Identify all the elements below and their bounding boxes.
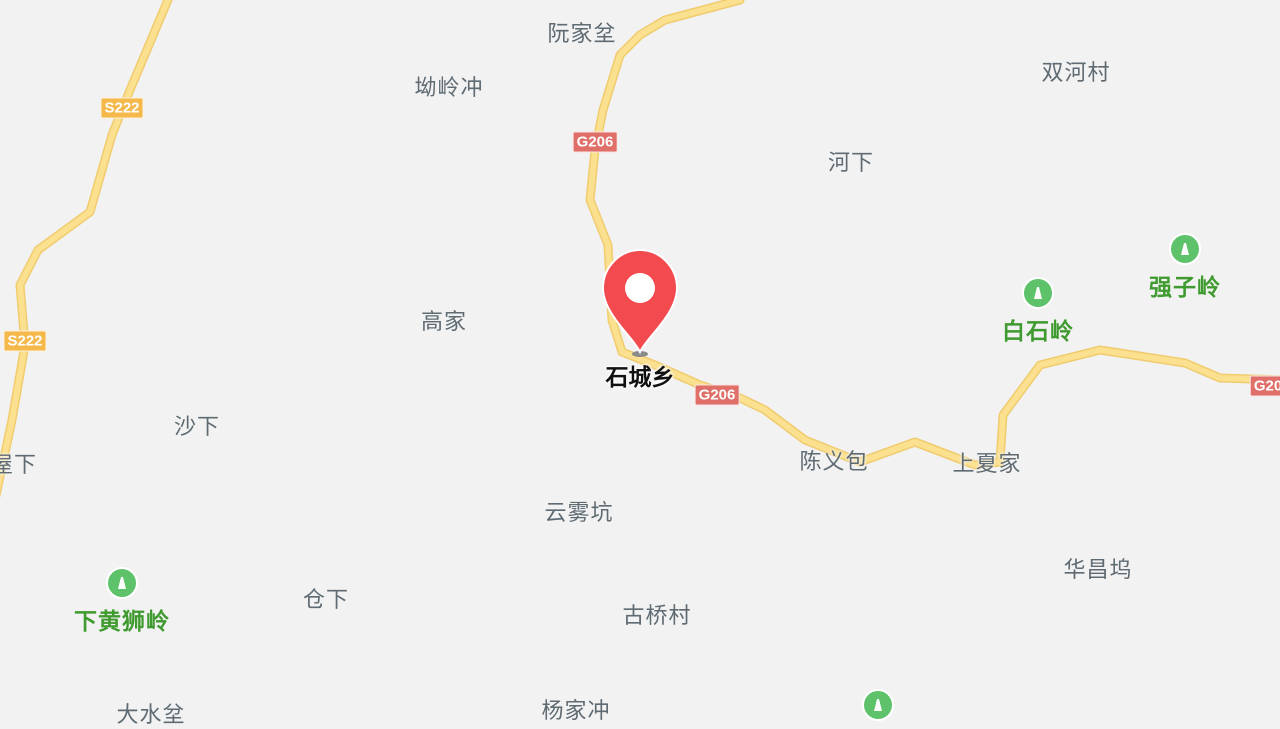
- place-label-gaojia[interactable]: 高家: [421, 304, 467, 336]
- mountain-icon: [106, 567, 138, 599]
- peak-qiangziling[interactable]: 强子岭: [1149, 233, 1221, 302]
- place-label-hexia[interactable]: 河下: [828, 145, 874, 177]
- mountain-icon: [1022, 277, 1054, 309]
- road-shield-g206: G20: [1249, 375, 1280, 397]
- peak-label: 强子岭: [1149, 275, 1221, 301]
- place-label-huachangwu[interactable]: 华昌坞: [1063, 552, 1132, 584]
- place-label-guqiaocun[interactable]: 古桥村: [622, 598, 691, 630]
- road-shield-g206: G206: [694, 384, 740, 406]
- selected-place-label[interactable]: 石城乡: [606, 358, 675, 392]
- mountain-icon: [1169, 233, 1201, 265]
- place-label-dashuiben[interactable]: 大水坌: [116, 697, 185, 729]
- peak-label: 下黄狮岭: [74, 609, 170, 635]
- place-label-shangxiajia[interactable]: 上夏家: [952, 446, 1021, 478]
- peak-label: 白石岭: [1002, 319, 1074, 345]
- location-pin-icon[interactable]: [601, 248, 679, 358]
- place-label-ruanjiaben[interactable]: 阮家坌: [547, 16, 616, 48]
- road-s222: [0, 0, 173, 499]
- road-shield-s222: S222: [100, 97, 144, 119]
- peak-bottom[interactable]: [862, 689, 894, 721]
- peak-baishiling[interactable]: 白石岭: [1002, 277, 1074, 346]
- mountain-icon: [862, 689, 894, 721]
- road-shield-g206: G206: [572, 131, 618, 153]
- map-canvas[interactable]: S222 S222 G206 G206 G20 阮家坌 坳岭冲 双河村 河下 高…: [0, 0, 1280, 728]
- place-label-shuanghecun[interactable]: 双河村: [1041, 55, 1110, 87]
- road-shield-s222: S222: [3, 330, 47, 352]
- place-label-yunwukeng[interactable]: 云雾坑: [544, 495, 613, 527]
- place-label-aolingchong[interactable]: 坳岭冲: [414, 70, 483, 102]
- place-label-chenyibao[interactable]: 陈义包: [799, 444, 868, 476]
- peak-xiahuangshiling[interactable]: 下黄狮岭: [74, 567, 170, 636]
- place-label-shaxia[interactable]: 沙下: [174, 409, 220, 441]
- place-label-cangxia[interactable]: 仓下: [303, 582, 349, 614]
- place-label-yangjiachong[interactable]: 杨家冲: [541, 693, 610, 725]
- place-label-wuxia[interactable]: 屋下: [0, 447, 37, 479]
